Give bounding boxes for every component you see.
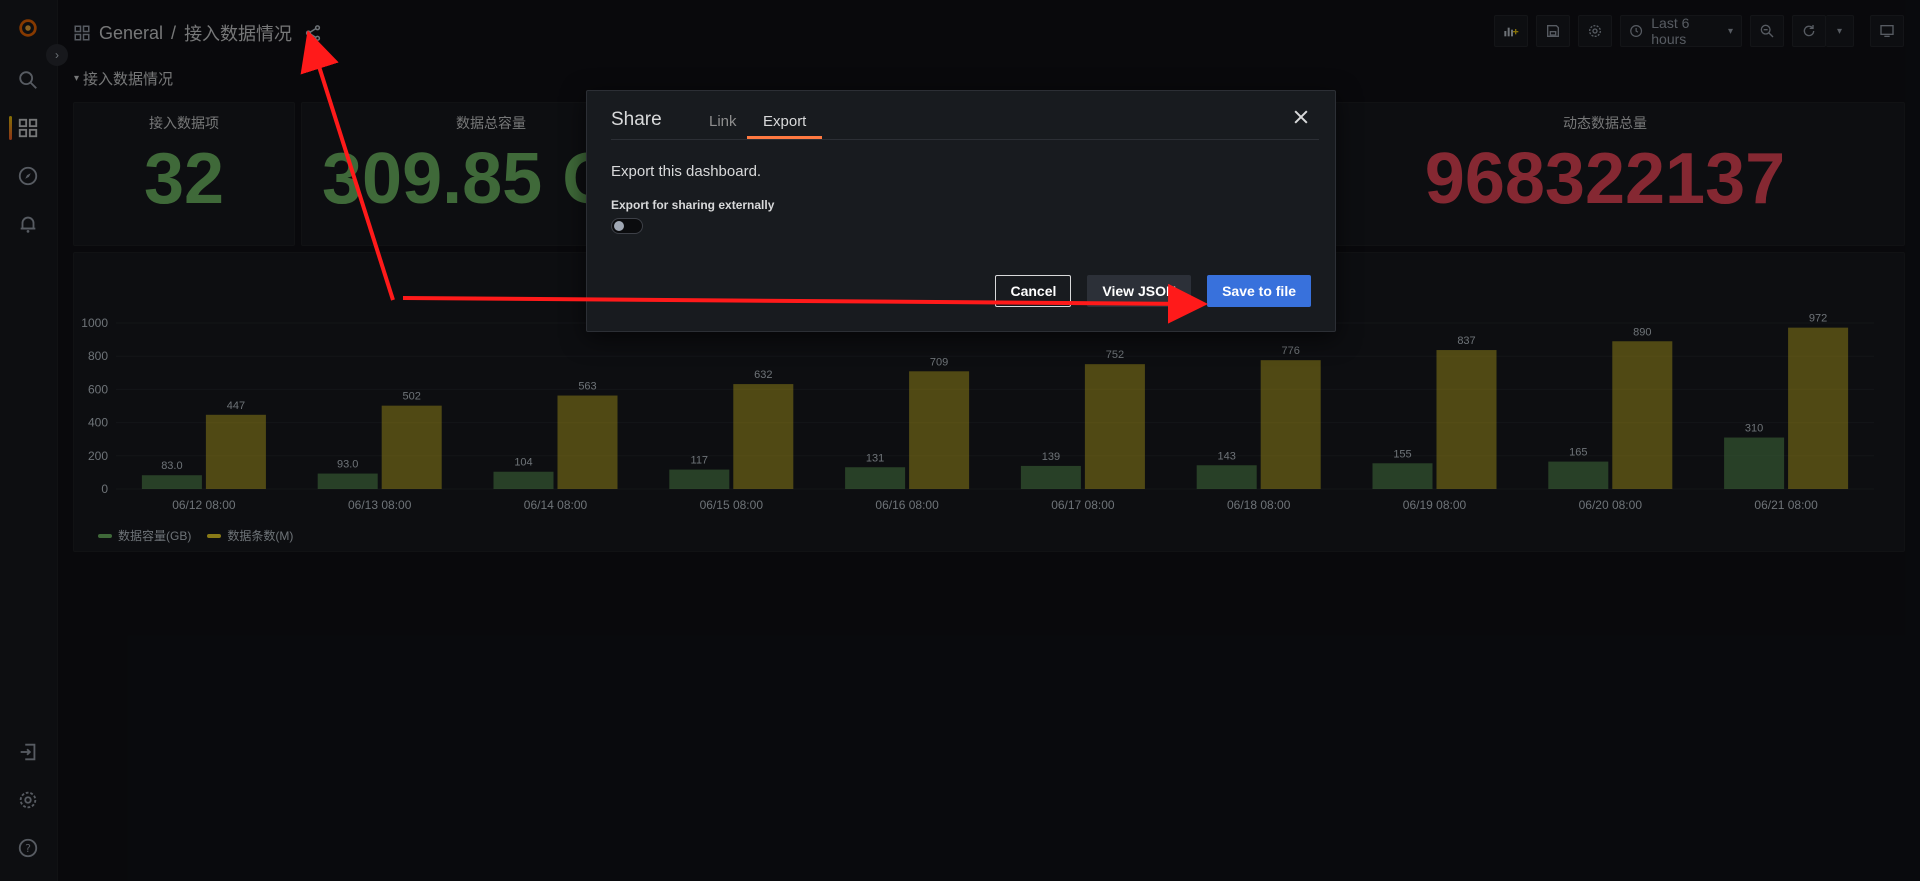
modal-body: Export this dashboard. Export for sharin…	[611, 163, 1311, 234]
switch-knob	[614, 221, 624, 231]
export-description: Export this dashboard.	[611, 163, 762, 180]
modal-footer: Cancel View JSON Save to file	[995, 275, 1311, 307]
cancel-button[interactable]: Cancel	[995, 275, 1072, 307]
tab-export[interactable]: Export	[747, 113, 823, 139]
save-to-file-button[interactable]: Save to file	[1207, 275, 1311, 307]
modal-title: Share	[611, 109, 662, 130]
export-externally-label: Export for sharing externally	[611, 198, 775, 212]
view-json-button[interactable]: View JSON	[1087, 275, 1192, 307]
share-modal: Share Link Export Export this dashboard.…	[586, 90, 1336, 332]
modal-header: Share Link Export	[611, 91, 1319, 140]
tab-link[interactable]: Link	[693, 113, 753, 139]
close-icon[interactable]	[1291, 107, 1311, 127]
export-externally-switch[interactable]	[611, 218, 643, 234]
